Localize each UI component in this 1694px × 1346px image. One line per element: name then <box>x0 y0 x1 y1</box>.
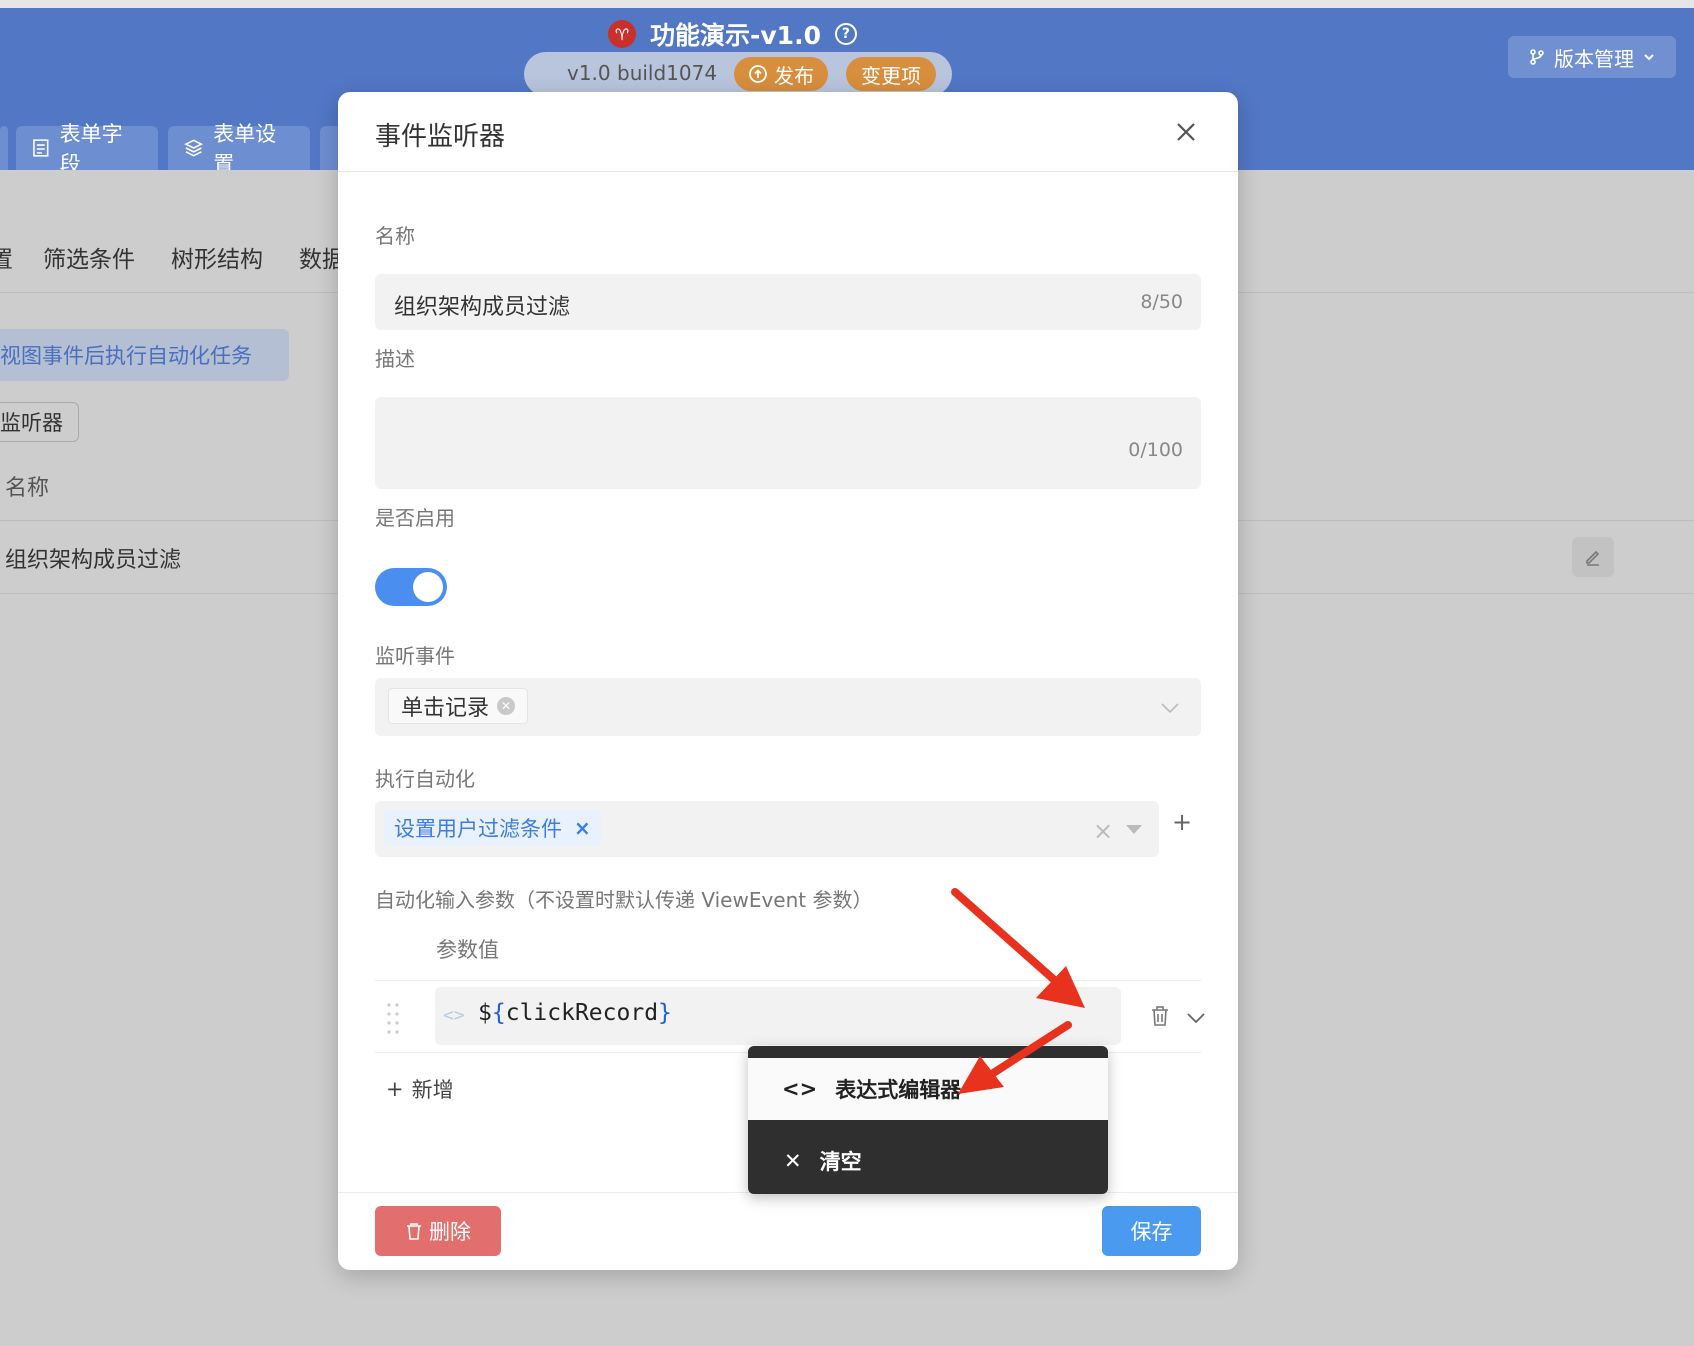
event-label: 监听事件 <box>375 644 455 668</box>
description-textarea[interactable]: 0/100 <box>375 397 1201 489</box>
code-icon: <> <box>443 1005 465 1026</box>
chevron-down-icon <box>1644 54 1654 61</box>
version-management-button[interactable]: 版本管理 <box>1508 36 1676 78</box>
tab-form-settings-label: 表单设置 <box>213 122 277 176</box>
branch-icon <box>1530 49 1544 65</box>
add-param-button[interactable]: + 新增 <box>386 1074 454 1104</box>
version-management-label: 版本管理 <box>1554 46 1634 71</box>
description-char-counter: 0/100 <box>1128 439 1183 461</box>
sub-tab-filter[interactable]: 筛选条件 <box>43 240 135 274</box>
param-expression-input[interactable]: <> ${clickRecord} <box>435 987 1205 1045</box>
tag-remove-icon[interactable]: × <box>574 816 591 840</box>
publish-button[interactable]: 发布 <box>734 57 828 91</box>
enable-label: 是否启用 <box>375 506 455 530</box>
sub-tab-partial[interactable]: 置 <box>0 240 13 274</box>
edit-button[interactable] <box>1572 537 1614 577</box>
expr-close-brace: } <box>658 1000 672 1026</box>
add-automation-button[interactable]: + <box>1172 808 1192 836</box>
automation-label: 执行自动化 <box>375 767 475 791</box>
menu-item-label: 清空 <box>819 1150 862 1174</box>
chevron-down-icon[interactable] <box>1185 1009 1207 1027</box>
listener-label: 监听器 <box>0 411 63 435</box>
name-input[interactable]: 组织架构成员过滤 8/50 <box>375 274 1201 330</box>
enable-toggle[interactable] <box>375 568 447 606</box>
close-button[interactable] <box>1172 118 1200 146</box>
column-header-name: 名称 <box>5 476 50 501</box>
window-top-strip <box>0 0 1694 8</box>
param-column-header: 参数值 <box>436 938 499 962</box>
event-tag-label: 单击记录 <box>401 696 490 721</box>
code-icon: <> <box>782 1077 818 1101</box>
cloud-upload-icon <box>749 65 767 83</box>
description-label: 描述 <box>375 347 415 371</box>
dialog-header: 事件监听器 <box>338 92 1238 172</box>
add-param-label: 新增 <box>411 1078 454 1102</box>
trash-icon[interactable] <box>1148 1002 1172 1030</box>
caret-down-icon[interactable] <box>1126 825 1142 834</box>
version-pill: v1.0 build1074 发布 变更项 <box>524 52 952 96</box>
app-logo-icon: ♈ <box>608 20 636 48</box>
param-expression-value: ${clickRecord} <box>478 1000 672 1026</box>
param-options-menu: <> 表达式编辑器 ✕ 清空 <box>748 1046 1108 1194</box>
params-label: 自动化输入参数（不设置时默认传递 ViewEvent 参数） <box>375 888 873 912</box>
pencil-icon <box>1586 550 1600 566</box>
listener-button[interactable]: 监听器 <box>0 402 79 442</box>
info-banner: 视图事件后执行自动化任务 <box>0 329 289 381</box>
info-text: 视图事件后执行自动化任务 <box>0 344 252 368</box>
name-input-value: 组织架构成员过滤 <box>394 295 571 320</box>
sub-tab-tree[interactable]: 树形结构 <box>171 240 263 274</box>
save-label: 保存 <box>1130 1220 1173 1244</box>
close-icon <box>1177 123 1195 141</box>
delete-label: 删除 <box>429 1220 471 1244</box>
expr-open-brace: { <box>491 1000 506 1026</box>
menu-item-expression-editor[interactable]: <> 表达式编辑器 <box>748 1058 1108 1120</box>
drag-handle-icon[interactable] <box>385 1001 401 1035</box>
help-icon[interactable]: ? <box>834 23 857 45</box>
dialog-title: 事件监听器 <box>375 122 506 152</box>
save-button[interactable]: 保存 <box>1102 1206 1201 1256</box>
name-char-counter: 8/50 <box>1140 291 1183 313</box>
tab-form-settings[interactable]: 表单设置 <box>168 122 310 176</box>
toggle-knob <box>413 572 443 602</box>
tab-partial-left[interactable] <box>0 126 8 170</box>
tab-form-fields-label: 表单字段 <box>59 122 123 176</box>
app-title: 功能演示-v1.0 <box>650 21 821 50</box>
automation-tag-label: 设置用户过滤条件 <box>394 817 562 841</box>
publish-label: 发布 <box>774 63 814 88</box>
tag-remove-icon[interactable]: ✕ <box>497 697 516 715</box>
automation-tag: 设置用户过滤条件 × <box>384 810 601 846</box>
name-label: 名称 <box>375 224 415 248</box>
event-select[interactable]: 单击记录 ✕ <box>375 678 1201 736</box>
chevron-down-icon <box>1161 703 1179 714</box>
close-icon: ✕ <box>784 1149 802 1173</box>
tab-form-fields[interactable]: 表单字段 <box>16 122 158 176</box>
trash-icon <box>407 1223 421 1240</box>
form-icon <box>33 139 49 157</box>
menu-item-clear[interactable]: ✕ 清空 <box>748 1130 1108 1192</box>
table-row-name: 组织架构成员过滤 <box>5 548 182 573</box>
plus-icon: + <box>386 1077 404 1101</box>
clear-icon[interactable]: × <box>1093 817 1113 845</box>
event-tag: 单击记录 ✕ <box>388 688 529 724</box>
changes-label: 变更项 <box>861 63 921 88</box>
app-title-group: ♈ 功能演示-v1.0 ? <box>608 14 857 54</box>
delete-button[interactable]: 删除 <box>375 1206 501 1256</box>
changes-button[interactable]: 变更项 <box>846 57 936 91</box>
menu-item-label: 表达式编辑器 <box>835 1078 962 1102</box>
divider <box>375 980 1201 981</box>
expr-prefix: $ <box>478 1000 492 1026</box>
automation-select[interactable]: 设置用户过滤条件 × × <box>375 801 1159 857</box>
layers-icon <box>184 139 204 157</box>
expr-variable: clickRecord <box>505 1000 659 1026</box>
version-text: v1.0 build1074 <box>567 61 718 85</box>
